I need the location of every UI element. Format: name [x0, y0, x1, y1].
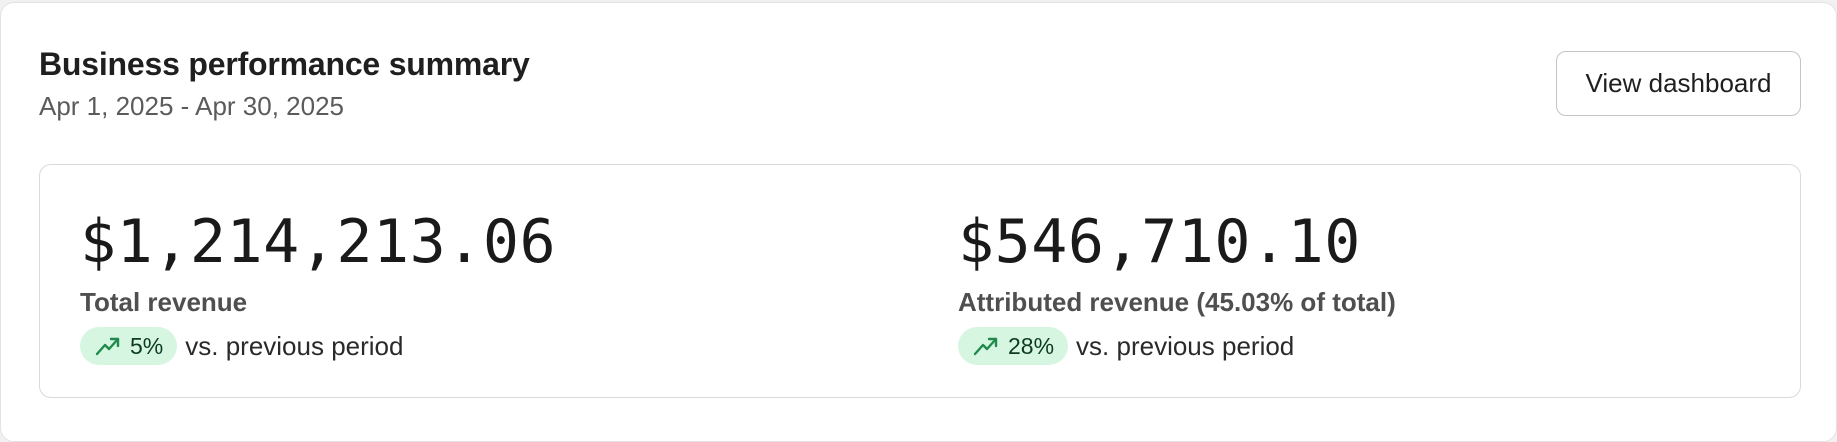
metric-change-row: 28% vs. previous period: [958, 327, 1396, 365]
metric-value: $1,214,213.06: [80, 207, 557, 277]
metrics-panel: $1,214,213.06 Total revenue 5% vs. previ…: [39, 164, 1801, 398]
metric-attributed-revenue: $546,710.10 Attributed revenue (45.03% o…: [958, 207, 1396, 365]
comparison-text: vs. previous period: [1076, 330, 1295, 361]
metric-label: Total revenue: [80, 287, 248, 317]
metric-value: $546,710.10: [958, 207, 1361, 277]
change-percent: 5%: [130, 332, 164, 359]
card-header: Business performance summary Apr 1, 2025…: [39, 45, 530, 121]
trend-up-icon: [94, 334, 122, 358]
metric-total-revenue: $1,214,213.06 Total revenue 5% vs. previ…: [80, 207, 556, 365]
change-badge: 28%: [958, 327, 1069, 365]
card-title: Business performance summary: [39, 46, 530, 82]
view-dashboard-button[interactable]: View dashboard: [1556, 51, 1801, 116]
change-badge: 5%: [80, 327, 178, 365]
change-percent: 28%: [1008, 332, 1055, 359]
performance-summary-card: Business performance summary Apr 1, 2025…: [0, 2, 1837, 442]
metric-change-row: 5% vs. previous period: [80, 327, 556, 365]
comparison-text: vs. previous period: [185, 330, 404, 361]
trend-up-icon: [972, 334, 1000, 358]
date-range: Apr 1, 2025 - Apr 30, 2025: [39, 91, 344, 121]
metric-label: Attributed revenue (45.03% of total): [958, 287, 1396, 317]
